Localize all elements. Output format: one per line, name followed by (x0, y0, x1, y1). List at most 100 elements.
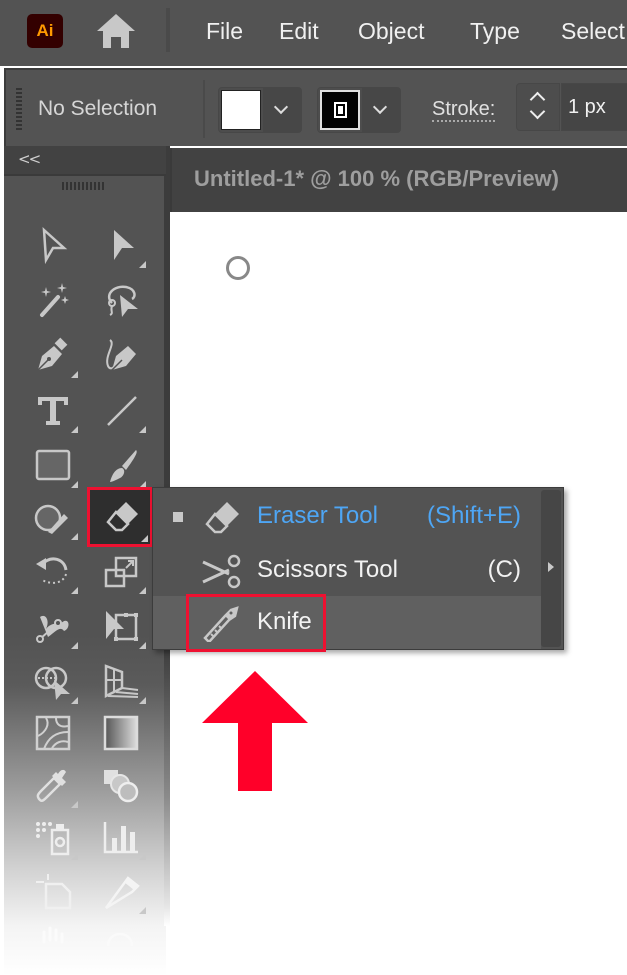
puppet-warp-tool[interactable] (26, 601, 80, 651)
tools-panel-grip[interactable] (62, 182, 106, 190)
slice-knife-icon (104, 876, 140, 910)
flyout-indicator (139, 587, 146, 594)
stroke-swatch-group (317, 87, 401, 133)
slice-tool[interactable] (94, 866, 148, 916)
eyedropper-tool[interactable] (26, 760, 80, 810)
flyout-indicator (71, 371, 78, 378)
pen-nib-icon (37, 337, 68, 371)
control-bar-grip[interactable] (16, 88, 22, 130)
control-bar: No Selection Stroke: 1 px (4, 68, 627, 146)
flyout-indicator (139, 853, 146, 860)
pen-tool[interactable] (26, 330, 80, 380)
menu-object[interactable]: Object (358, 14, 424, 48)
flyout-item-shortcut: (C) (487, 556, 521, 583)
flyout-indicator (71, 587, 78, 594)
menu-type[interactable]: Type (470, 14, 520, 48)
scale-tool[interactable] (94, 546, 148, 596)
menu-bar: Ai File Edit Object Type Select (0, 0, 627, 66)
free-transform-tool[interactable] (94, 601, 148, 651)
zoom-tool[interactable] (94, 920, 148, 970)
flyout-indicator (139, 907, 146, 914)
flyout-item-shortcut: (Shift+E) (426, 502, 521, 529)
app-logo: Ai (27, 14, 63, 48)
flyout-indicator (71, 801, 78, 808)
stroke-weight-stepper[interactable] (516, 83, 560, 131)
gradient-tool[interactable] (94, 708, 148, 758)
stroke-dropdown-button[interactable] (362, 88, 400, 132)
curvature-tool[interactable] (94, 330, 148, 380)
menu-edit[interactable]: Edit (279, 14, 319, 48)
paintbrush-tool[interactable] (94, 440, 148, 490)
tools-panel-header: << (4, 146, 166, 176)
eraser-icon (205, 502, 239, 534)
mesh-tool[interactable] (26, 708, 80, 758)
magic-wand-tool[interactable] (26, 275, 80, 325)
flyout-expand-strip[interactable] (541, 490, 561, 647)
flyout-indicator (71, 642, 78, 649)
type-tool[interactable] (26, 385, 80, 435)
lasso-tool[interactable] (94, 275, 148, 325)
fill-swatch[interactable] (221, 90, 261, 130)
artboard-icon (36, 874, 72, 910)
rectangle-tool[interactable] (26, 440, 80, 490)
fill-swatch-group (218, 87, 302, 133)
chevron-down-icon[interactable] (529, 103, 546, 120)
chevron-down-icon (372, 99, 388, 115)
eraser-tool[interactable] (87, 487, 153, 547)
type-t-icon (38, 397, 68, 425)
menu-select[interactable]: Select (561, 14, 625, 48)
flyout-indicator (139, 426, 146, 433)
flyout-item-scissors-tool[interactable]: Scissors Tool (C) (153, 544, 541, 598)
line-segment-tool[interactable] (94, 385, 148, 435)
document-tab[interactable]: Untitled-1* @ 100 % (RGB/Preview) (194, 166, 559, 192)
scissors-icon (202, 554, 241, 589)
curvature-pen-icon (106, 339, 136, 371)
scale-icon (104, 556, 138, 588)
rotate-tool[interactable] (26, 546, 80, 596)
menu-separator (166, 8, 170, 52)
control-separator (203, 80, 205, 138)
magic-wand-icon (40, 283, 69, 317)
document-tab-bar: Untitled-1* @ 100 % (RGB/Preview) (170, 148, 627, 212)
fill-dropdown-button[interactable] (263, 88, 301, 132)
direct-selection-tool[interactable] (94, 220, 148, 270)
rectangle-icon (35, 449, 71, 481)
eyedropper-icon (36, 769, 66, 803)
gradient-icon (103, 715, 139, 751)
flyout-indicator (139, 697, 146, 704)
puppet-warp-icon (36, 615, 69, 643)
hand-tool[interactable] (26, 920, 80, 970)
stroke-swatch[interactable] (320, 90, 360, 130)
blend-tool[interactable] (94, 760, 148, 810)
perspective-grid-icon (104, 664, 139, 699)
perspective-grid-tool[interactable] (94, 656, 148, 706)
collapse-panel-button[interactable]: << (18, 150, 41, 168)
shape-builder-icon (34, 666, 70, 700)
flyout-indicator (141, 535, 148, 542)
selection-arrow-icon (42, 227, 68, 264)
eraser-icon (106, 502, 138, 532)
shape-builder-tool[interactable] (26, 656, 80, 706)
selection-tool[interactable] (26, 220, 80, 270)
flyout-indicator (71, 533, 78, 540)
stroke-weight-input[interactable]: 1 px (561, 83, 627, 131)
expand-right-arrow-icon (548, 562, 554, 572)
hand-icon (42, 926, 64, 944)
chevron-down-icon (273, 99, 289, 115)
free-transform-icon (106, 611, 138, 641)
rotate-icon (36, 557, 68, 584)
artboard-tool[interactable] (26, 866, 80, 916)
shaper-tool[interactable] (26, 492, 80, 542)
symbol-sprayer-tool[interactable] (26, 812, 80, 862)
flyout-indicator (71, 853, 78, 860)
home-icon[interactable] (95, 12, 137, 50)
shaper-icon (34, 504, 68, 534)
knife-highlight-box (186, 594, 326, 652)
column-graph-tool[interactable] (94, 812, 148, 862)
flyout-item-label: Scissors Tool (257, 556, 398, 583)
flyout-indicator (71, 481, 78, 488)
menu-file[interactable]: File (206, 14, 243, 48)
flyout-indicator (139, 261, 146, 268)
flyout-item-eraser-tool[interactable]: Eraser Tool (Shift+E) (153, 490, 541, 544)
stroke-label[interactable]: Stroke: (432, 98, 496, 122)
